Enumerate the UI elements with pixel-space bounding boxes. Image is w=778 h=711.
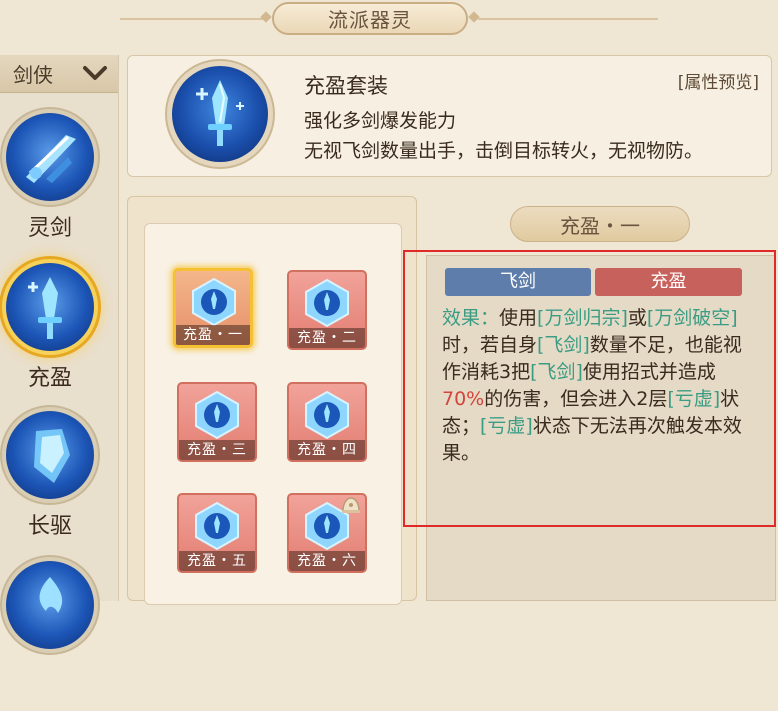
tag-chongying: 充盈 <box>595 268 742 296</box>
sidebar-item-label: 灵剑 <box>27 216 72 241</box>
class-dropdown-label: 剑侠 <box>13 63 53 87</box>
effect-keyword: [万剑归宗] <box>537 307 628 329</box>
sword-charge-icon <box>6 263 94 351</box>
class-dropdown[interactable]: 剑侠 <box>0 55 118 93</box>
effect-description: 效果：使用[万剑归宗]或[万剑破空]时，若自身[飞剑]数量不足，也能视作消耗3把… <box>442 305 758 467</box>
spirit-sword-icon <box>6 113 94 201</box>
set-description-line1: 强化多剑爆发能力 <box>304 110 457 132</box>
effect-keyword: [飞剑] <box>530 361 583 383</box>
skill-slot-label: 充盈・一 <box>176 325 250 345</box>
tag-flying-sword: 飞剑 <box>445 268 591 296</box>
effect-percentage: 70% <box>442 388 485 410</box>
skill-grid-panel <box>127 196 417 605</box>
bell-icon <box>342 497 360 513</box>
skill-slot-label: 充盈・三 <box>179 440 255 460</box>
gem-sword-icon <box>305 278 349 328</box>
title-ornament-right <box>468 11 480 23</box>
set-title: 充盈套装 <box>304 74 388 98</box>
sidebar: 剑侠 灵剑 充盈 长驱 <box>0 55 119 649</box>
page-title-text: 流派器灵 <box>328 8 412 32</box>
effect-keyword: [亏虚] <box>667 388 721 410</box>
page-title: 流派器灵 <box>272 2 468 35</box>
blue-flame-icon <box>6 561 94 649</box>
title-divider-right <box>478 18 658 20</box>
skill-slot-6[interactable]: 充盈・六 <box>287 493 367 573</box>
title-divider-left <box>120 18 268 20</box>
skill-slot-label: 充盈・六 <box>289 551 365 571</box>
skill-slot-4[interactable]: 充盈・四 <box>287 382 367 462</box>
sidebar-item-label: 长驱 <box>27 514 72 539</box>
effect-keyword: [亏虚] <box>480 415 533 437</box>
gem-sword-icon <box>192 277 236 327</box>
sidebar-item-partial[interactable] <box>0 561 100 711</box>
skill-slot-label: 充盈・四 <box>289 440 365 460</box>
skill-slot-1[interactable]: 充盈・一 <box>173 268 253 348</box>
title-ornament-left <box>260 11 272 23</box>
effect-prefix: 效果： <box>442 307 500 329</box>
set-info-panel: 充盈套装 [属性预览] 强化多剑爆发能力 无视飞剑数量出手，击倒目标转火，无视物… <box>127 55 772 177</box>
sword-charge-icon <box>172 66 268 162</box>
detail-title-text: 充盈・一 <box>560 213 640 238</box>
effect-text: 或 <box>627 307 647 329</box>
chevron-down-icon <box>83 66 107 80</box>
gem-sword-icon <box>195 390 239 440</box>
sidebar-item-lingjian[interactable]: 灵剑 <box>0 113 100 263</box>
gem-sword-icon <box>305 390 349 440</box>
effect-keyword: [万剑破空] <box>646 307 738 329</box>
sidebar-item-chongying[interactable]: 充盈 <box>0 263 100 413</box>
effect-text: 的伤害，但会进入2层 <box>484 388 668 410</box>
sidebar-item-label: 充盈 <box>27 366 72 391</box>
detail-title-tab: 充盈・一 <box>510 206 690 242</box>
skill-slot-label: 充盈・二 <box>289 328 365 348</box>
sidebar-item-changqu[interactable]: 长驱 <box>0 411 100 561</box>
ice-crystal-icon <box>6 411 94 499</box>
skill-slot-5[interactable]: 充盈・五 <box>177 493 257 573</box>
set-description-line2: 无视飞剑数量出手，击倒目标转火，无视物防。 <box>304 140 704 162</box>
effect-text: 时，若自身 <box>442 334 538 356</box>
effect-keyword: [飞剑] <box>537 334 590 356</box>
effect-text: 使用 <box>499 307 538 329</box>
gem-sword-icon <box>195 501 239 551</box>
skill-slot-3[interactable]: 充盈・三 <box>177 382 257 462</box>
skill-slot-label: 充盈・五 <box>179 551 255 571</box>
skill-slot-2[interactable]: 充盈・二 <box>287 270 367 350</box>
effect-text: 使用招式并造成 <box>582 361 716 383</box>
attribute-preview-link[interactable]: [属性预览] <box>678 68 759 93</box>
